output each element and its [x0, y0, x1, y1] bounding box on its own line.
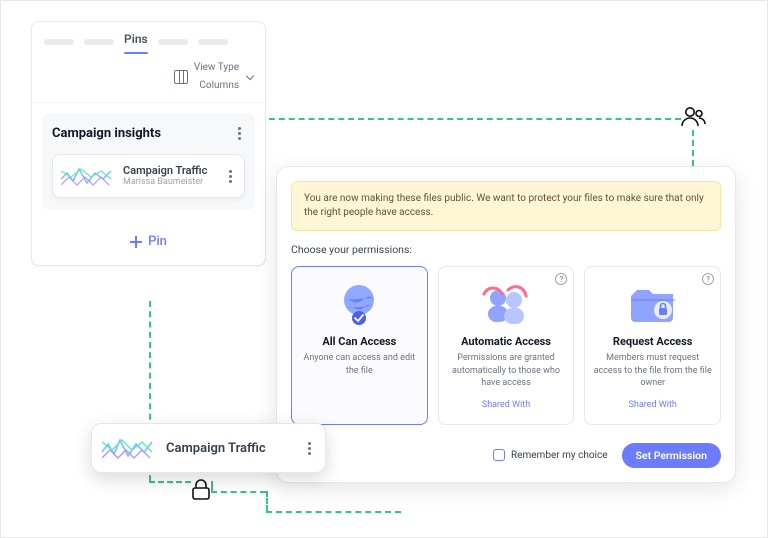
remember-label: Remember my choice [511, 450, 608, 461]
permissions-dialog: You are now making these files public. W… [276, 166, 736, 483]
columns-icon [174, 70, 188, 84]
option-title: All Can Access [322, 335, 396, 348]
tab-pins[interactable]: Pins [124, 32, 148, 52]
people-icon [476, 279, 536, 329]
view-type-value: Columns [199, 80, 239, 91]
tab-strip: Pins [32, 22, 265, 56]
tab-placeholder[interactable] [84, 39, 114, 45]
option-automatic-access[interactable]: ? Automatic Access Permissions are grant… [438, 266, 575, 425]
sparkline-icon [102, 434, 156, 462]
pins-panel: Pins View Type Columns Campaign insights [31, 21, 266, 266]
option-desc: Permissions are granted automatically to… [447, 352, 566, 390]
tab-placeholder[interactable] [198, 39, 228, 45]
chevron-down-icon [246, 72, 254, 80]
help-icon[interactable]: ? [555, 273, 567, 285]
item-author: Marissa Baumeister [123, 177, 207, 187]
remember-my-choice[interactable]: Remember my choice [493, 449, 608, 461]
option-all-can-access[interactable]: All Can Access Anyone can access and edi… [291, 266, 428, 425]
shared-with-link[interactable]: Shared With [629, 400, 677, 410]
sparkline-icon [61, 163, 115, 189]
shared-with-link[interactable]: Shared With [482, 400, 530, 410]
option-desc: Members must request access to the file … [593, 352, 712, 390]
tab-placeholder[interactable] [158, 39, 188, 45]
view-type-label: View Type [194, 62, 239, 73]
item-menu-button[interactable] [225, 166, 236, 187]
pin-label: Pin [148, 234, 167, 249]
card-menu-button[interactable] [234, 123, 245, 144]
set-permission-button[interactable]: Set Permission [622, 443, 721, 468]
warning-banner: You are now making these files public. W… [291, 181, 721, 231]
folder-lock-icon [623, 279, 683, 329]
tab-placeholder[interactable] [44, 39, 74, 45]
pinned-card: Campaign insights Campaign Traffic Maris… [42, 113, 255, 210]
dragged-item-title: Campaign Traffic [166, 441, 266, 456]
view-type-selector[interactable]: View Type Columns [32, 56, 265, 103]
help-icon[interactable]: ? [702, 273, 714, 285]
permission-options: All Can Access Anyone can access and edi… [291, 266, 721, 425]
lock-icon [191, 479, 211, 505]
option-desc: Anyone can access and edit the file [300, 352, 419, 386]
option-request-access[interactable]: ? Request Access Members must request ac… [584, 266, 721, 425]
option-title: Automatic Access [461, 335, 551, 348]
choose-permissions-label: Choose your permissions: [291, 243, 721, 256]
globe-icon [329, 279, 389, 329]
option-title: Request Access [613, 335, 693, 348]
plus-icon [130, 236, 142, 248]
dragged-item[interactable]: Campaign Traffic [91, 423, 326, 473]
add-pin-button[interactable]: Pin [32, 220, 265, 265]
pinned-item[interactable]: Campaign Traffic Marissa Baumeister [52, 154, 245, 198]
remember-checkbox[interactable] [493, 449, 505, 461]
users-icon [681, 105, 707, 131]
dragged-item-menu-button[interactable] [304, 438, 315, 459]
card-title: Campaign insights [52, 126, 161, 141]
item-title: Campaign Traffic [123, 165, 207, 178]
